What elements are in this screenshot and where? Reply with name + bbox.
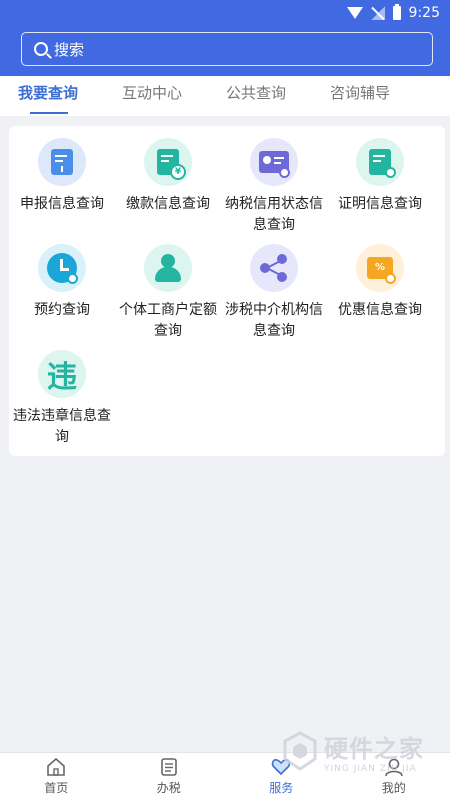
nav-tax[interactable]: 办税 xyxy=(113,753,226,800)
declare-doc-icon xyxy=(38,138,86,186)
grid-item-preferential-query[interactable]: % 优惠信息查询 xyxy=(327,244,433,321)
query-grid-card: 申报信息查询 ¥ 缴款信息查询 纳税信用状态信息查询 证明信息查询 预约查询 个… xyxy=(9,126,445,456)
grid-item-label: 优惠信息查询 xyxy=(338,302,422,318)
watermark-logo-icon xyxy=(283,731,317,771)
grid-item-label: 涉税中介机构信息查询 xyxy=(225,302,323,339)
watermark: 硬件之家 YING JIAN ZHI JIA xyxy=(282,726,442,776)
home-icon xyxy=(47,757,66,776)
yuan-badge-icon: ¥ xyxy=(170,164,186,180)
nav-label: 首页 xyxy=(44,781,69,795)
nav-label: 服务 xyxy=(269,781,294,795)
watermark-title: 硬件之家 xyxy=(324,734,424,763)
app-header: 9:25 搜索 xyxy=(0,0,450,76)
grid-item-label: 缴款信息查询 xyxy=(126,196,210,212)
grid-item-label: 违法违章信息查询 xyxy=(13,408,111,445)
grid-item-label: 个体工商户定额查询 xyxy=(119,302,217,339)
signal-icon xyxy=(370,6,385,20)
clock-icon xyxy=(38,244,86,292)
grid-item-agency-query[interactable]: 涉税中介机构信息查询 xyxy=(221,244,327,342)
status-bar: 9:25 xyxy=(0,0,450,26)
magnifier-badge-icon xyxy=(385,273,396,284)
grid-item-individual-business-query[interactable]: 个体工商户定额查询 xyxy=(115,244,221,342)
tab-public-query[interactable]: 公共查询 xyxy=(208,76,312,116)
grid-item-certificate-query[interactable]: 证明信息查询 xyxy=(327,138,433,215)
grid-item-label: 预约查询 xyxy=(34,302,90,318)
grid-item-appointment-query[interactable]: 预约查询 xyxy=(9,244,115,321)
grid-item-declare-query[interactable]: 申报信息查询 xyxy=(9,138,115,215)
payment-doc-icon: ¥ xyxy=(144,138,192,186)
grid-item-label: 证明信息查询 xyxy=(338,196,422,212)
grid-item-violation-query[interactable]: 违 违法违章信息查询 xyxy=(9,350,115,448)
magnifier-badge-icon xyxy=(279,167,290,178)
grid-item-label: 申报信息查询 xyxy=(20,196,104,212)
list-icon xyxy=(160,758,177,776)
battery-icon xyxy=(392,4,401,20)
credit-card-icon xyxy=(250,138,298,186)
tab-bar: 我要查询 互动中心 公共查询 咨询辅导 xyxy=(0,76,450,116)
certificate-doc-icon xyxy=(356,138,404,186)
wifi-icon xyxy=(346,7,363,19)
person-icon xyxy=(144,244,192,292)
share-network-icon xyxy=(250,244,298,292)
tab-my-query[interactable]: 我要查询 xyxy=(0,76,104,116)
tab-interaction-center[interactable]: 互动中心 xyxy=(104,76,208,116)
watermark-subtitle: YING JIAN ZHI JIA xyxy=(324,763,417,774)
grid-item-label: 纳税信用状态信息查询 xyxy=(225,196,323,233)
violation-glyph: 违 xyxy=(47,360,77,395)
grid-item-credit-query[interactable]: 纳税信用状态信息查询 xyxy=(221,138,327,236)
search-input[interactable]: 搜索 xyxy=(21,32,433,66)
coupon-icon: % xyxy=(356,244,404,292)
search-placeholder: 搜索 xyxy=(54,40,85,59)
nav-label: 办税 xyxy=(156,781,181,795)
nav-label: 我的 xyxy=(381,781,406,795)
magnifier-badge-icon xyxy=(67,273,78,284)
nav-home[interactable]: 首页 xyxy=(0,753,113,800)
status-time: 9:25 xyxy=(408,5,440,21)
grid-item-payment-query[interactable]: ¥ 缴款信息查询 xyxy=(115,138,221,215)
violation-icon: 违 xyxy=(38,350,86,398)
tab-consult-guide[interactable]: 咨询辅导 xyxy=(312,76,416,116)
magnifier-badge-icon xyxy=(385,167,396,178)
search-icon xyxy=(34,42,48,56)
